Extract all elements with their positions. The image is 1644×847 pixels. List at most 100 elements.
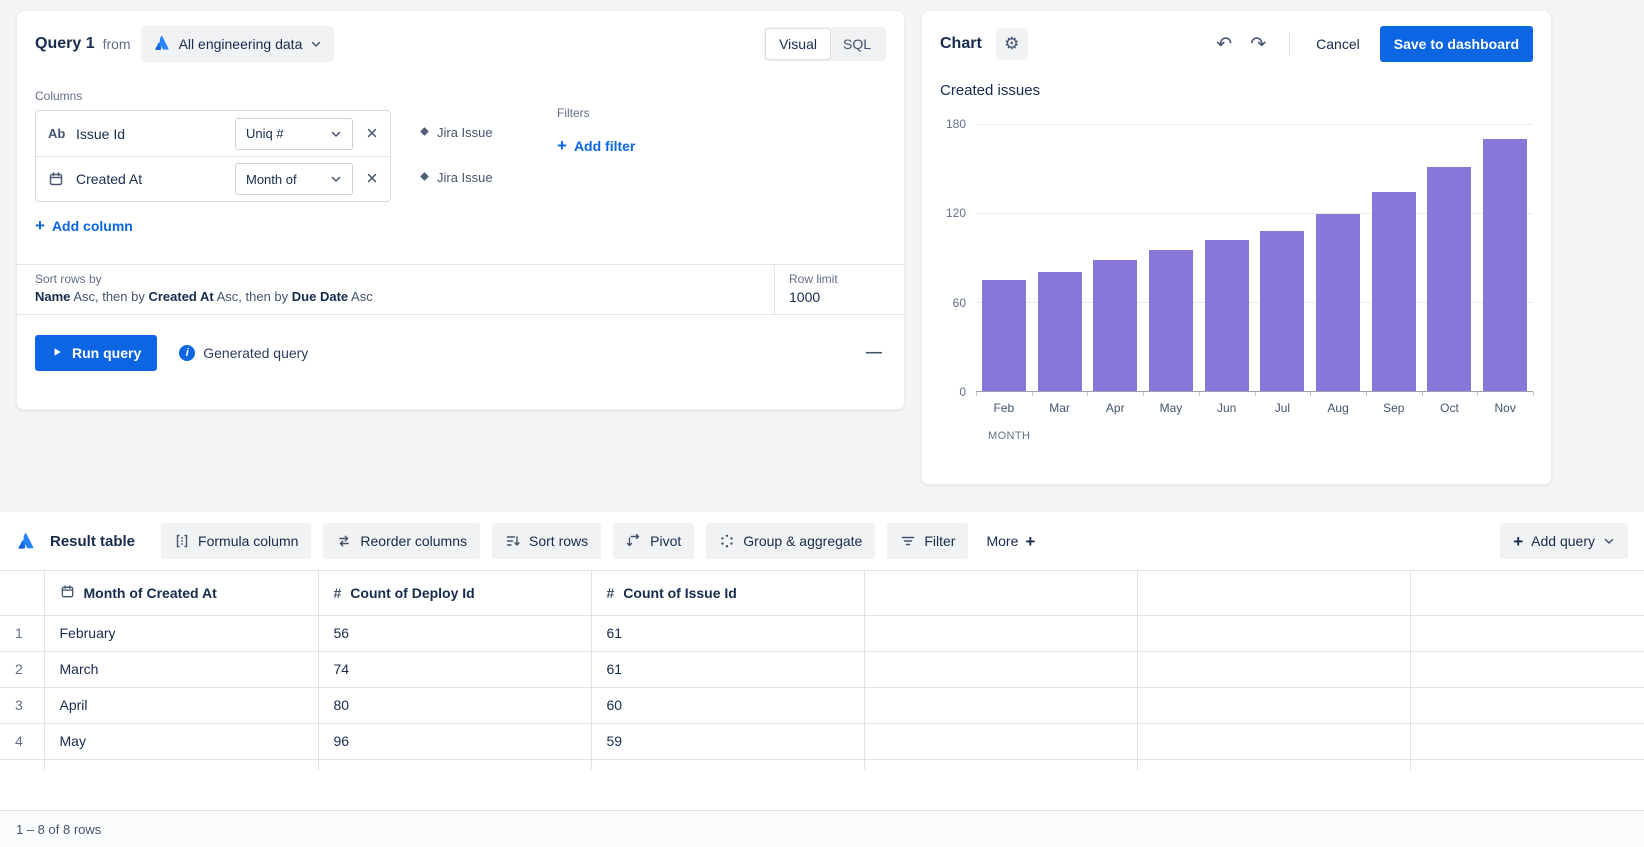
- row-limit-control[interactable]: Row limit 1000: [774, 265, 904, 314]
- axis-tick: [1032, 392, 1033, 396]
- filters-section: Filters + Add filter: [557, 106, 635, 154]
- table-row: 4 May 96 59: [0, 723, 1644, 759]
- add-query-button[interactable]: + Add query: [1500, 523, 1628, 559]
- divider: [1289, 32, 1290, 56]
- remove-column-button[interactable]: [366, 171, 378, 187]
- jira-issue-tag: Jira Issue: [419, 110, 493, 155]
- cancel-button[interactable]: Cancel: [1304, 28, 1372, 60]
- gear-icon: ⚙: [1004, 34, 1019, 54]
- header-label: Count of Issue Id: [623, 585, 737, 601]
- column-name: Created At: [76, 171, 235, 187]
- result-table-toolbar: Result table Formula column Reorder colu…: [0, 512, 1644, 570]
- x-tick-label: May: [1143, 401, 1199, 415]
- result-table: Month of Created At # Count of Deploy Id: [0, 571, 1644, 770]
- save-to-dashboard-button[interactable]: Save to dashboard: [1380, 26, 1533, 62]
- empty-cell: [1410, 651, 1644, 687]
- sort-description: Name Asc, then by Created At Asc, then b…: [35, 289, 756, 304]
- chart-plot: [976, 124, 1533, 392]
- cell-issue-count: 59: [591, 723, 864, 759]
- header-count-of-issue-id[interactable]: # Count of Issue Id: [591, 571, 864, 615]
- pivot-button[interactable]: Pivot: [613, 523, 694, 559]
- table-status-bar: 1 – 8 of 8 rows: [0, 810, 1644, 847]
- empty-cell: [1410, 723, 1644, 759]
- chart-settings-button[interactable]: ⚙: [996, 28, 1028, 60]
- visual-mode-button[interactable]: Visual: [766, 29, 830, 59]
- bar-may[interactable]: [1143, 124, 1199, 391]
- reorder-columns-button[interactable]: Reorder columns: [323, 523, 480, 559]
- sql-mode-button[interactable]: SQL: [830, 29, 884, 59]
- table-viewport[interactable]: Month of Created At # Count of Deploy Id: [0, 570, 1644, 770]
- number-type-icon: #: [607, 585, 615, 601]
- play-icon: [51, 345, 63, 361]
- more-label: More: [986, 533, 1018, 549]
- y-tick-label: 60: [953, 296, 966, 310]
- formula-column-icon: [174, 533, 190, 549]
- empty-cell: [864, 651, 1137, 687]
- sort-rows-button[interactable]: Sort rows: [492, 523, 601, 559]
- header-count-of-deploy-id[interactable]: # Count of Deploy Id: [318, 571, 591, 615]
- bar-apr[interactable]: [1087, 124, 1143, 391]
- filter-button[interactable]: Filter: [887, 523, 968, 559]
- row-number: 2: [0, 651, 44, 687]
- sort-rows-control[interactable]: Sort rows by Name Asc, then by Created A…: [17, 265, 774, 314]
- y-axis-labels: 060120180: [940, 124, 976, 392]
- empty-cell: [1410, 759, 1644, 770]
- x-tick-label: Mar: [1032, 401, 1088, 415]
- column-name: Issue Id: [76, 126, 235, 142]
- cell-month: May: [44, 723, 318, 759]
- data-source-label: All engineering data: [179, 36, 303, 52]
- generated-query-toggle[interactable]: i Generated query: [179, 345, 308, 361]
- empty-cell: [1137, 759, 1410, 770]
- redo-icon: ↷: [1250, 34, 1266, 55]
- aggregation-select-issue-id[interactable]: Uniq #: [235, 118, 353, 150]
- plus-icon: +: [1025, 533, 1035, 550]
- empty-cell: [1410, 687, 1644, 723]
- redo-button[interactable]: ↷: [1241, 33, 1275, 56]
- bar-aug[interactable]: [1310, 124, 1366, 391]
- jira-issue-tag-label: Jira Issue: [437, 170, 493, 185]
- run-query-button[interactable]: Run query: [35, 335, 157, 371]
- undo-button[interactable]: ↶: [1207, 33, 1241, 56]
- cell-month: April: [44, 687, 318, 723]
- column-row-issue-id: Ab Issue Id Uniq #: [36, 111, 390, 156]
- bar-mar[interactable]: [1032, 124, 1088, 391]
- collapse-button[interactable]: —: [866, 344, 882, 362]
- bar-feb[interactable]: [976, 124, 1032, 391]
- aggregation-value: Month of: [246, 172, 297, 187]
- cell-month: June: [44, 759, 318, 770]
- chart-bars: [976, 124, 1533, 391]
- remove-column-button[interactable]: [366, 126, 378, 142]
- columns-label: Columns: [35, 89, 886, 103]
- group-aggregate-label: Group & aggregate: [743, 533, 862, 549]
- bar-sep[interactable]: [1366, 124, 1422, 391]
- empty-header: [864, 571, 1137, 615]
- cell-deploy-count: 56: [318, 615, 591, 651]
- group-aggregate-button[interactable]: Group & aggregate: [706, 523, 875, 559]
- table-row: 1 February 56 61: [0, 615, 1644, 651]
- undo-icon: ↶: [1216, 34, 1232, 55]
- jira-issue-tag-label: Jira Issue: [437, 125, 493, 140]
- x-tick-label: Aug: [1310, 401, 1366, 415]
- header-month-of-created-at[interactable]: Month of Created At: [44, 571, 318, 615]
- empty-header: [1137, 571, 1410, 615]
- empty-cell: [1137, 651, 1410, 687]
- reorder-columns-icon: [336, 533, 352, 549]
- calendar-icon: [48, 171, 76, 187]
- bar-jul[interactable]: [1255, 124, 1311, 391]
- bar-nov[interactable]: [1477, 124, 1533, 391]
- add-column-button[interactable]: + Add column: [35, 217, 133, 234]
- close-icon: [366, 171, 378, 187]
- axis-tick: [1199, 392, 1200, 396]
- x-tick-label: Oct: [1422, 401, 1478, 415]
- sort-section: Sort rows by Name Asc, then by Created A…: [17, 264, 904, 315]
- bar-oct[interactable]: [1422, 124, 1478, 391]
- cell-month: March: [44, 651, 318, 687]
- data-source-dropdown[interactable]: All engineering data: [141, 26, 335, 62]
- cell-deploy-count: 74: [318, 651, 591, 687]
- result-table-section: Result table Formula column Reorder colu…: [0, 512, 1644, 847]
- add-filter-button[interactable]: + Add filter: [557, 137, 635, 154]
- aggregation-select-created-at[interactable]: Month of: [235, 163, 353, 195]
- formula-column-button[interactable]: Formula column: [161, 523, 311, 559]
- bar-jun[interactable]: [1199, 124, 1255, 391]
- more-button[interactable]: More +: [980, 533, 1041, 550]
